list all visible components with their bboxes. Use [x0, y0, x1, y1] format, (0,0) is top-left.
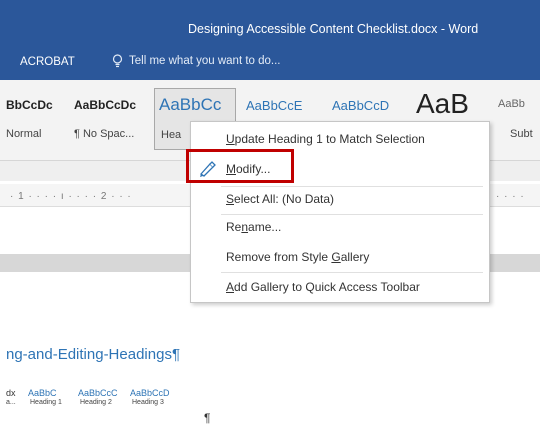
paragraph-mark: ¶ [204, 411, 211, 425]
mini-preview: dx [6, 388, 16, 398]
menu-separator [221, 186, 483, 187]
style-preview: AaBbCcDc [74, 98, 137, 112]
menu-separator [221, 214, 483, 215]
mini-style-item: AaBbCcD Heading 3 [130, 383, 170, 406]
mini-style-item: AaBbC Heading 1 [28, 383, 62, 406]
mini-preview: AaBbCcC [78, 388, 118, 398]
menu-item-label: Remove from Style Gallery [226, 250, 370, 264]
mini-preview: AaBbC [28, 388, 57, 398]
highlight-annotation [186, 149, 294, 183]
style-name: Normal [6, 128, 42, 140]
ruler-ticks: · 1 · · · · ı · · · · 2 · · · [10, 191, 132, 202]
mini-name: Heading 3 [132, 399, 164, 406]
style-preview: AaBbCcD [332, 98, 390, 113]
tab-acrobat[interactable]: ACROBAT [20, 56, 75, 68]
style-normal[interactable]: BbCcDc Normal [0, 88, 70, 148]
mini-name: a... [6, 399, 16, 406]
window-title: Designing Accessible Content Checklist.d… [188, 22, 479, 36]
style-name: Hea [161, 129, 182, 141]
menu-item-label: Add Gallery to Quick Access Toolbar [226, 280, 420, 294]
style-preview: BbCcDc [6, 98, 53, 112]
embedded-style-gallery-image: dx a... AaBbC Heading 1 AaBbCcC Heading … [6, 383, 206, 419]
mini-style-item: AaBbCcC Heading 2 [78, 383, 118, 406]
style-preview: AaBbCc [159, 95, 222, 114]
menu-item-rename[interactable]: Rename... [191, 216, 489, 238]
style-preview: AaBbCcE [246, 98, 303, 113]
menu-item-label: Update Heading 1 to Match Selection [226, 132, 425, 146]
document-heading[interactable]: ng-and-Editing-Headings¶ [6, 346, 180, 363]
menu-item-label: Rename... [226, 220, 282, 234]
style-subtitle[interactable]: AaBb Subt [496, 88, 540, 148]
menu-item-select-all[interactable]: Select All: (No Data) [191, 188, 489, 210]
mini-preview: AaBbCcD [130, 388, 170, 398]
style-preview: AaBb [498, 98, 525, 110]
menu-item-remove-from-gallery[interactable]: Remove from Style Gallery [191, 246, 489, 268]
tell-me-placeholder: Tell me what you want to do... [129, 55, 281, 67]
style-no-spacing[interactable]: AaBbCcDc ¶ No Spac... [72, 88, 150, 148]
ruler-ticks-right: · · · · [496, 191, 525, 202]
lightbulb-icon [112, 54, 123, 68]
menu-item-label: Select All: (No Data) [226, 192, 335, 206]
style-name: Subt [510, 128, 533, 140]
menu-separator [221, 272, 483, 273]
menu-item-add-gallery-to-qat[interactable]: Add Gallery to Quick Access Toolbar [191, 276, 489, 298]
mini-style-item: dx a... [6, 383, 16, 406]
tell-me-search[interactable]: Tell me what you want to do... [112, 54, 281, 68]
style-name: ¶ No Spac... [74, 128, 135, 140]
mini-name: Heading 1 [30, 399, 62, 406]
title-bar: Designing Accessible Content Checklist.d… [0, 0, 540, 80]
mini-name: Heading 2 [80, 399, 112, 406]
style-preview: AaB [416, 88, 469, 119]
menu-item-update-heading[interactable]: Update Heading 1 to Match Selection [191, 128, 489, 150]
